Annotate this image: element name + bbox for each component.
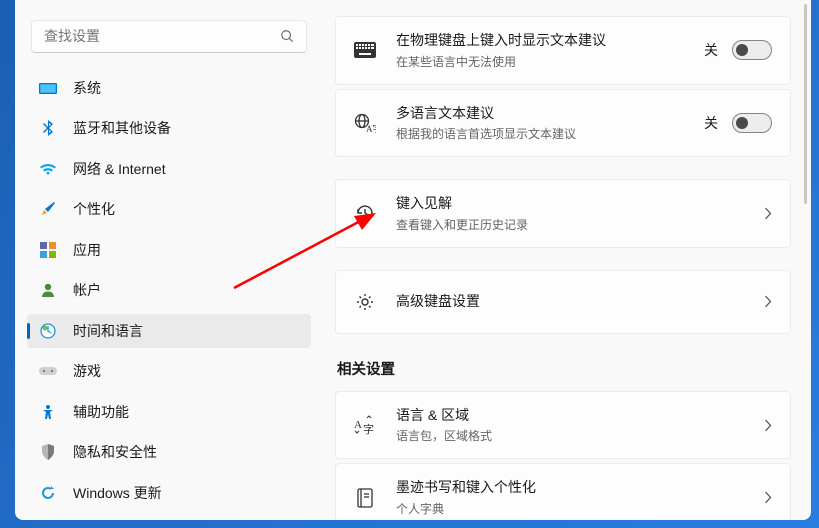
setting-subtitle: 根据我的语言首选项显示文本建议 [396,125,704,142]
chevron-right-icon [764,207,772,220]
setting-text: 语言 & 区域 语言包，区域格式 [396,406,764,445]
sidebar-item-label: 个性化 [73,199,115,219]
bluetooth-icon [39,119,57,137]
setting-text: 墨迹书写和键入个性化 个人字典 [396,478,764,517]
svg-text:A字: A字 [366,123,376,133]
setting-subtitle: 语言包，区域格式 [396,427,764,444]
search-icon [280,29,294,43]
setting-title: 墨迹书写和键入个性化 [396,478,764,498]
setting-text: 高级键盘设置 [396,292,764,312]
setting-title: 键入见解 [396,194,764,214]
scrollbar[interactable] [804,4,807,204]
content-pane: 在物理键盘上键入时显示文本建议 在某些语言中无法使用 关 A字 多语言文本建议 … [323,0,811,520]
sidebar-item-gaming[interactable]: 游戏 [27,354,311,388]
setting-title: 高级键盘设置 [396,292,764,312]
setting-advanced-keyboard[interactable]: 高级键盘设置 [335,270,791,334]
setting-keyboard-text-suggestions[interactable]: 在物理键盘上键入时显示文本建议 在某些语言中无法使用 关 [335,16,791,85]
setting-multilingual-text-suggestions[interactable]: A字 多语言文本建议 根据我的语言首选项显示文本建议 关 [335,89,791,158]
sidebar-item-label: 蓝牙和其他设备 [73,118,171,138]
chevron-right-icon [764,419,772,432]
brush-icon [39,200,57,218]
settings-window: 系统 蓝牙和其他设备 网络 & Internet 个性化 应用 [15,0,811,520]
sidebar-item-label: 时间和语言 [73,321,143,341]
toggle-switch[interactable] [732,40,772,60]
setting-language-region[interactable]: A字 语言 & 区域 语言包，区域格式 [335,391,791,460]
dictionary-icon [354,487,376,509]
sidebar-item-label: 网络 & Internet [73,159,166,179]
toggle-state-label: 关 [704,40,718,60]
globe-text-icon: A字 [354,112,376,134]
shield-icon [39,443,57,461]
setting-action: 关 [704,113,772,133]
setting-title: 多语言文本建议 [396,104,704,124]
gaming-icon [39,362,57,380]
sidebar-item-personalization[interactable]: 个性化 [27,192,311,226]
accessibility-icon [39,403,57,421]
sidebar-item-label: 游戏 [73,361,101,381]
svg-text:字: 字 [363,422,374,435]
setting-text: 在物理键盘上键入时显示文本建议 在某些语言中无法使用 [396,31,704,70]
svg-text:A: A [354,419,362,431]
setting-text: 键入见解 查看键入和更正历史记录 [396,194,764,233]
sidebar-item-label: 隐私和安全性 [73,442,157,462]
sidebar-item-privacy[interactable]: 隐私和安全性 [27,435,311,469]
setting-subtitle: 查看键入和更正历史记录 [396,216,764,233]
sidebar-item-label: 辅助功能 [73,402,129,422]
sidebar-item-windows-update[interactable]: Windows 更新 [27,476,311,510]
account-icon [39,281,57,299]
setting-typing-insights[interactable]: 键入见解 查看键入和更正历史记录 [335,179,791,248]
update-icon [39,484,57,502]
wifi-icon [39,160,57,178]
sidebar-item-label: 系统 [73,78,101,98]
gear-icon [354,291,376,313]
sidebar-item-system[interactable]: 系统 [27,71,311,105]
sidebar-item-apps[interactable]: 应用 [27,233,311,267]
toggle-switch[interactable] [732,113,772,133]
history-icon [354,202,376,224]
setting-subtitle: 在某些语言中无法使用 [396,53,704,70]
setting-action: 关 [704,40,772,60]
keyboard-icon [354,39,376,61]
setting-title: 在物理键盘上键入时显示文本建议 [396,31,704,51]
sidebar-item-bluetooth[interactable]: 蓝牙和其他设备 [27,111,311,145]
setting-subtitle: 个人字典 [396,500,764,517]
sidebar: 系统 蓝牙和其他设备 网络 & Internet 个性化 应用 [15,0,323,520]
setting-inking-typing-personalization[interactable]: 墨迹书写和键入个性化 个人字典 [335,463,791,520]
sidebar-item-accounts[interactable]: 帐户 [27,273,311,307]
section-header-related: 相关设置 [337,358,789,379]
sidebar-item-time-language[interactable]: 时间和语言 [27,314,311,348]
setting-title: 语言 & 区域 [396,406,764,426]
toggle-state-label: 关 [704,113,718,133]
sidebar-item-label: Windows 更新 [73,483,162,503]
sidebar-item-network[interactable]: 网络 & Internet [27,152,311,186]
apps-icon [39,241,57,259]
setting-text: 多语言文本建议 根据我的语言首选项显示文本建议 [396,104,704,143]
sidebar-item-label: 帐户 [73,280,101,300]
chevron-right-icon [764,491,772,504]
sidebar-item-label: 应用 [73,240,101,260]
search-input[interactable] [44,28,280,44]
sidebar-item-accessibility[interactable]: 辅助功能 [27,395,311,429]
language-icon: A字 [354,414,376,436]
search-box[interactable] [31,20,307,53]
chevron-right-icon [764,295,772,308]
time-language-icon [39,322,57,340]
system-icon [39,79,57,97]
